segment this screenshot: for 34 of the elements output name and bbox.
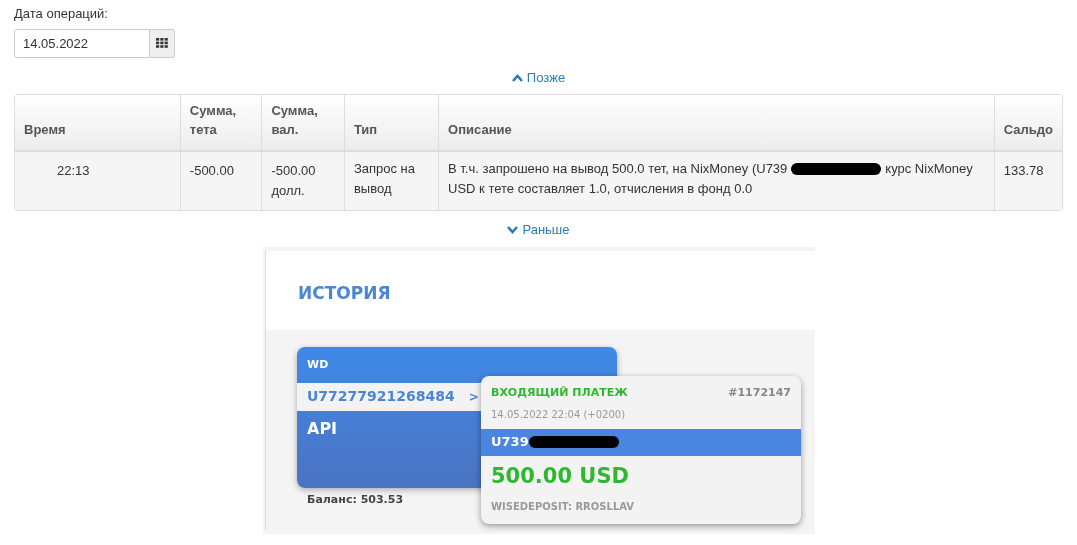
- table-cell: Запрос на вывод: [353, 160, 416, 196]
- payment-status: ВХОДЯЩИЙ ПЛАТЕЖ: [491, 384, 628, 401]
- payment-memo: WISEDEPOSIT: RROSLLAV: [491, 501, 635, 512]
- column-header: Время: [24, 122, 66, 137]
- text: курс NixMoney: [885, 159, 973, 178]
- table-cell: -500.00 долл.: [271, 162, 316, 198]
- section-title: ИСТОРИЯ: [298, 282, 391, 306]
- chevron-down-icon: [507, 225, 519, 234]
- balance-text: Баланс: 503.53: [307, 491, 404, 508]
- field-label: Дата операций:: [14, 5, 108, 23]
- table-cell: -500.00: [189, 162, 234, 178]
- column-header: Сумма, вал.: [271, 102, 318, 137]
- earlier-link[interactable]: Раньше: [507, 221, 570, 238]
- wallet-label: WD: [307, 357, 329, 374]
- calendar-button[interactable]: [150, 28, 175, 58]
- table-cell: 22:13: [57, 162, 90, 178]
- payment-amount: 500.00 USD: [491, 463, 629, 488]
- chevron-up-icon: [511, 73, 523, 82]
- text: В т.ч. запрошено на вывод 500.0 тет, на NixMoney (U739: [448, 159, 788, 178]
- account-number: U77277921268484: [307, 387, 455, 406]
- text: U739: [491, 433, 529, 452]
- wallet-name: API: [307, 418, 338, 438]
- grid-icon: [156, 38, 168, 48]
- text: USD к тете составляет 1.0, отчисления в фонд 0.0: [448, 179, 753, 198]
- later-link[interactable]: Позже: [511, 69, 566, 86]
- payment-datetime: 14.05.2022 22:04 (+0200): [491, 409, 626, 420]
- column-header: Тип: [353, 122, 378, 137]
- payment-number: #1172147: [728, 384, 791, 401]
- arrow-text: >: [468, 388, 479, 406]
- column-header: Описание: [448, 122, 512, 137]
- column-header: Сумма, тета: [189, 102, 237, 137]
- date-field[interactable]: 14.05.2022: [14, 28, 150, 58]
- column-header: Сальдо: [1003, 122, 1053, 137]
- table-cell: 133.78: [1003, 162, 1044, 178]
